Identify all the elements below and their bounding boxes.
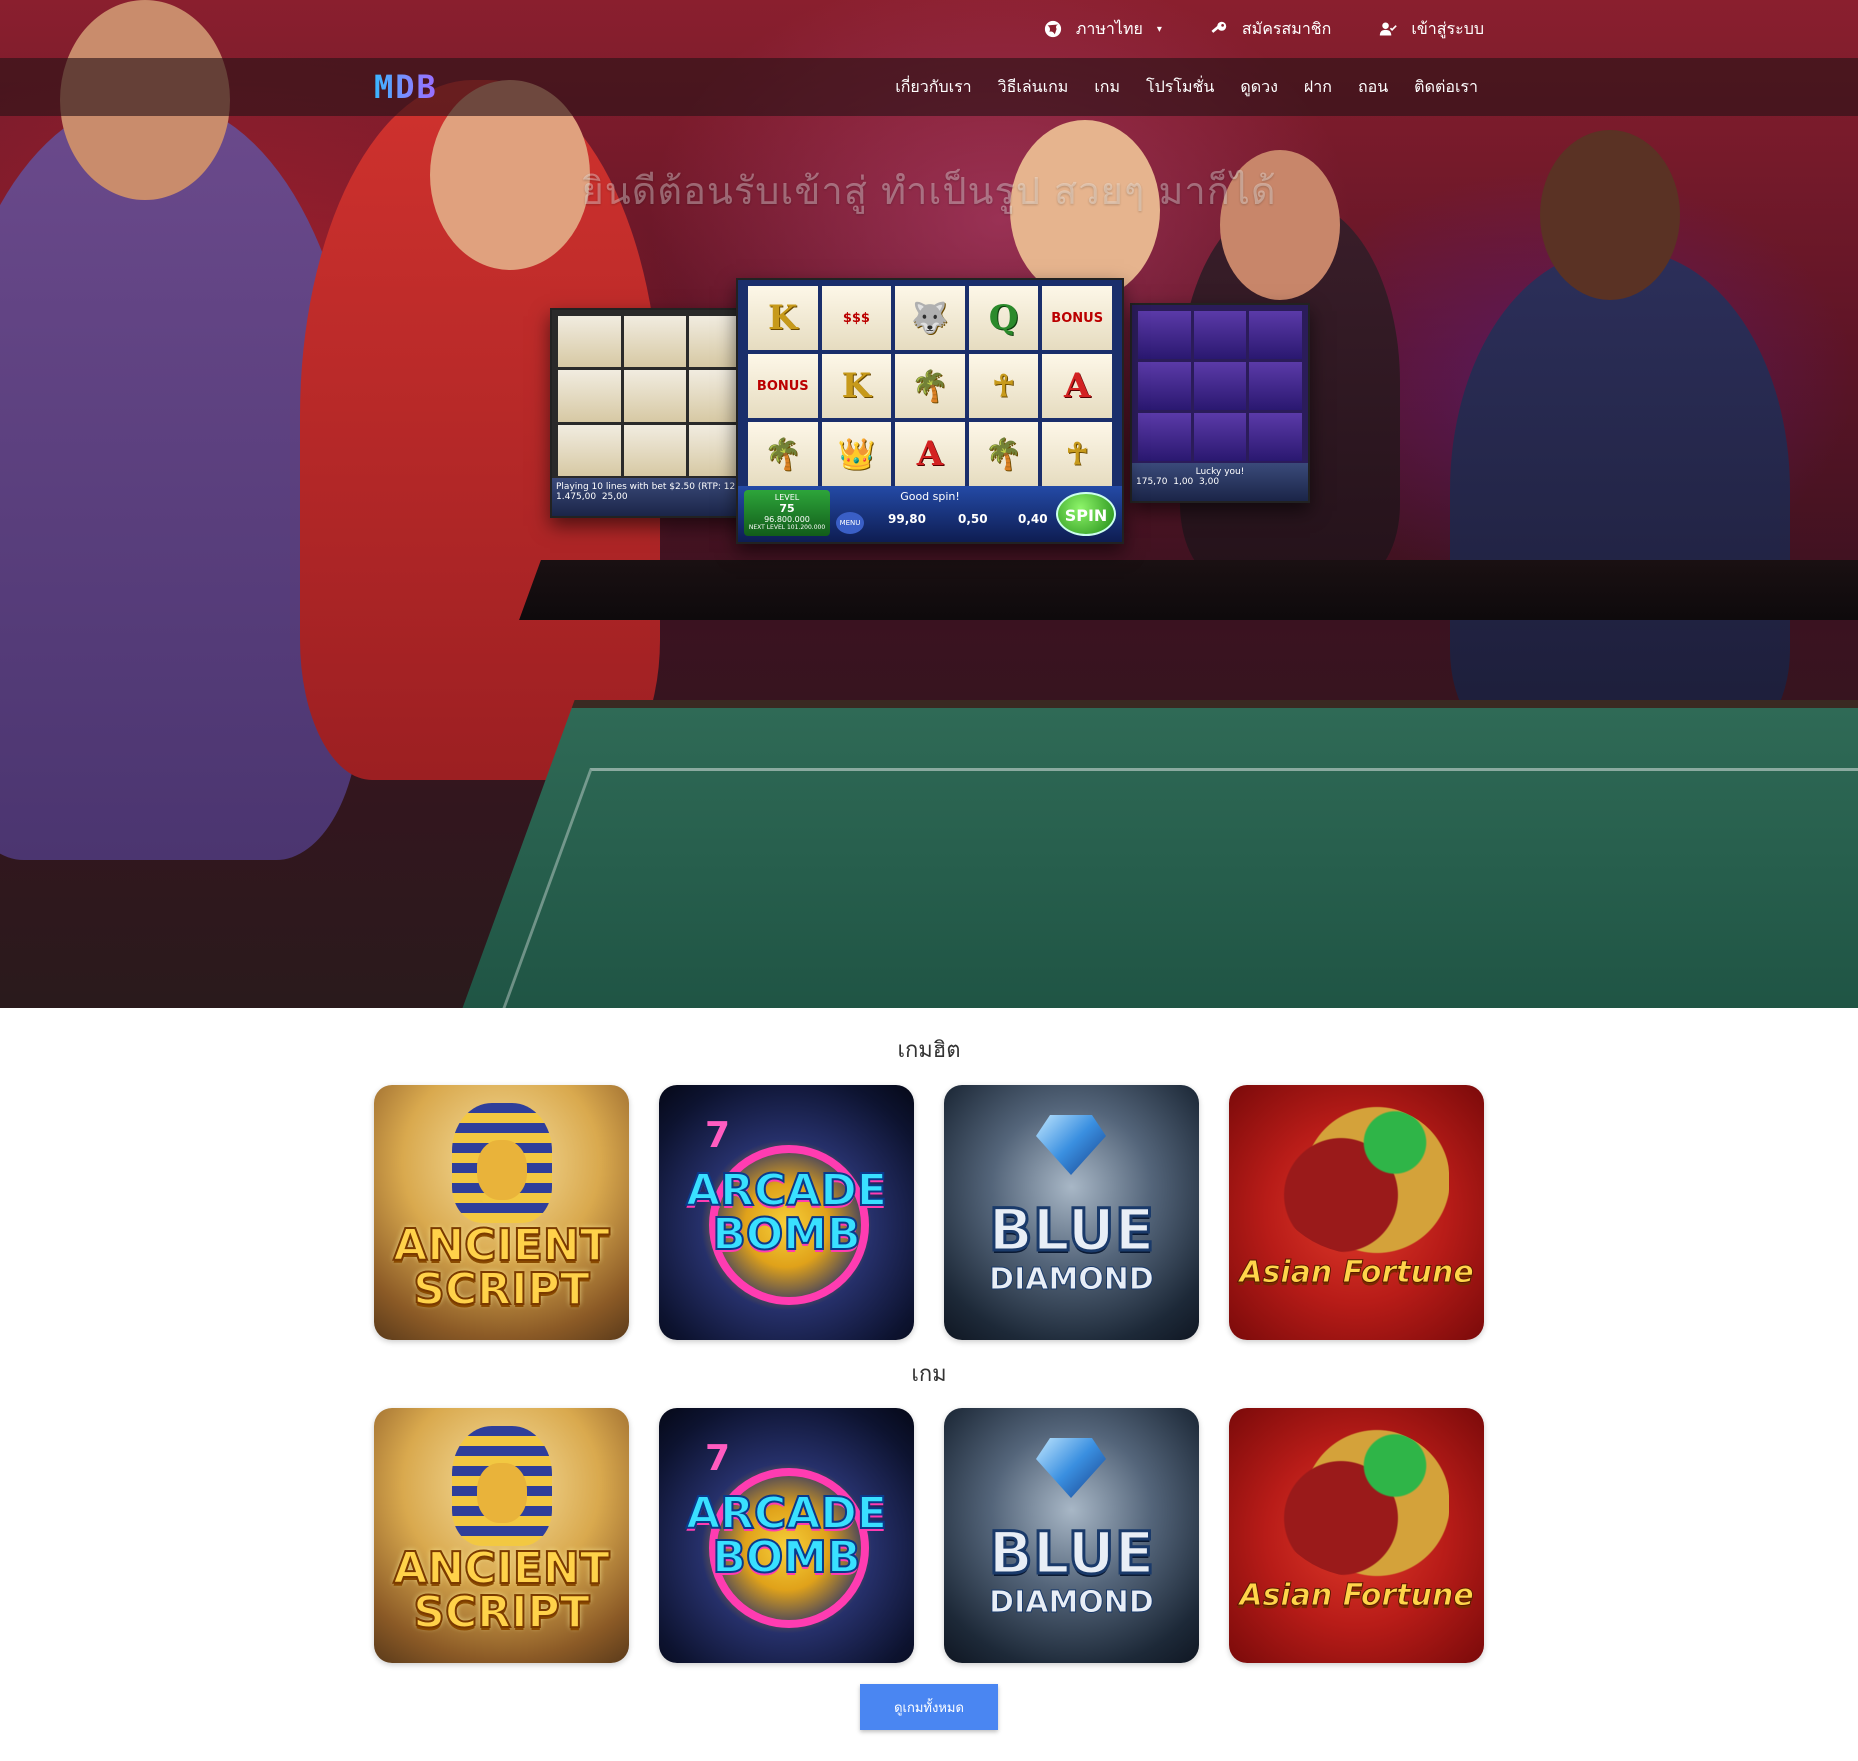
game-card-blue-diamond[interactable]: BLUE DIAMOND xyxy=(944,1085,1199,1340)
reel-symbol: BONUS xyxy=(1042,286,1112,350)
hot-games-title: เกมฮิต xyxy=(897,1038,961,1063)
reel-symbol: 🌴 xyxy=(748,422,818,486)
dragon-art xyxy=(1269,1428,1449,1578)
brand-logo[interactable]: MDB xyxy=(374,68,438,106)
utility-bar: ภาษาไทย ▾ สมัครสมาชิก เข้าสู่ระบบ xyxy=(0,0,1858,58)
register-link[interactable]: สมัครสมาชิก xyxy=(1210,17,1331,42)
nav-withdraw[interactable]: ถอน xyxy=(1358,75,1388,100)
language-switcher[interactable]: ภาษาไทย ▾ xyxy=(1044,17,1162,42)
diamond-icon xyxy=(1036,1438,1106,1498)
reel-symbol: K xyxy=(748,286,818,350)
hero-title: ยินดีต้อนรับเข้าสู่ ทำเป็นรูป สวยๆ มาก็ไ… xyxy=(581,169,1277,213)
reel-symbol: BONUS xyxy=(748,354,818,418)
dragon-art xyxy=(1269,1105,1449,1255)
game-card-blue-diamond[interactable]: BLUE DIAMOND xyxy=(944,1408,1199,1663)
login-link[interactable]: เข้าสู่ระบบ xyxy=(1379,17,1484,42)
slot-level-badge: LEVEL 75 96.800.000 NEXT LEVEL 101.200.0… xyxy=(744,490,830,536)
nav-about[interactable]: เกี่ยวกับเรา xyxy=(895,75,971,100)
diamond-icon xyxy=(1036,1115,1106,1175)
game-card-ancient-script[interactable]: ANCIENT SCRIPT xyxy=(374,1085,629,1340)
reel-symbol: 🌴 xyxy=(895,354,965,418)
game-card-ancient-script[interactable]: ANCIENT SCRIPT xyxy=(374,1408,629,1663)
view-all-games-button[interactable]: ดูเกมทั้งหมด xyxy=(860,1684,998,1730)
reel-symbol: 🌴 xyxy=(968,422,1039,486)
games-grid: ANCIENT SCRIPT 7 ARCADE BOMB BLUE DIAMON… xyxy=(374,1408,1484,1663)
game-card-asian-fortune[interactable]: Asian Fortune xyxy=(1229,1408,1484,1663)
nav-how-to-play[interactable]: วิธีเล่นเกม xyxy=(998,75,1069,100)
hero-person xyxy=(1450,250,1790,750)
caret-down-icon: ▾ xyxy=(1156,23,1162,35)
reel-symbol: Q xyxy=(968,286,1039,350)
seven-icon: 7 xyxy=(705,1115,731,1156)
nav-games[interactable]: เกม xyxy=(1094,75,1120,100)
reel-symbol: A xyxy=(1042,354,1112,418)
game-card-asian-fortune[interactable]: Asian Fortune xyxy=(1229,1085,1484,1340)
nav-contact[interactable]: ติดต่อเรา xyxy=(1414,75,1478,100)
reel-symbol: 🐺 xyxy=(895,286,965,350)
game-card-arcade-bomb[interactable]: 7 ARCADE BOMB xyxy=(659,1085,914,1340)
globe-icon xyxy=(1044,20,1061,38)
nav-promotions[interactable]: โปรโมชั่น xyxy=(1146,75,1214,100)
reel-symbol: $$$ xyxy=(821,286,892,350)
main-menu: เกี่ยวกับเรา วิธีเล่นเกม เกม โปรโมชั่น ด… xyxy=(895,58,1478,116)
slot-screen-main: K $$$ 🐺 Q BONUS BONUS K 🌴 ☥ A 🌴 👑 A 🌴 ☥ Good spin! LEV… xyxy=(736,278,1124,544)
slot-reels: K $$$ 🐺 Q BONUS BONUS K 🌴 ☥ A 🌴 👑 A 🌴 ☥ xyxy=(748,286,1112,486)
reel-symbol: 👑 xyxy=(821,422,892,486)
nav-deposit[interactable]: ฝาก xyxy=(1304,75,1332,100)
game-card-arcade-bomb[interactable]: 7 ARCADE BOMB xyxy=(659,1408,914,1663)
main-navbar: MDB เกี่ยวกับเรา วิธีเล่นเกม เกม โปรโมชั… xyxy=(0,58,1858,116)
nav-horoscope[interactable]: ดูดวง xyxy=(1240,75,1278,100)
craps-table xyxy=(385,700,1858,1008)
user-check-icon xyxy=(1380,22,1398,36)
craps-table-rail xyxy=(519,560,1858,620)
slot-screen-left: Playing 10 lines with bet $2.50 (RTP: 12… xyxy=(550,308,760,518)
slot-screen-right: Lucky you! 175,70 1,00 3,00 xyxy=(1130,303,1310,503)
hero-banner: ยินดีต้อนรับเข้าสู่ ทำเป็นรูป สวยๆ มาก็ไ… xyxy=(0,0,1858,1008)
key-icon xyxy=(1211,21,1227,33)
reel-symbol: ☥ xyxy=(1042,422,1112,486)
reel-symbol: ☥ xyxy=(968,354,1039,418)
seven-icon: 7 xyxy=(705,1438,731,1479)
reel-symbol: K xyxy=(821,354,892,418)
slot-machine-image: Playing 10 lines with bet $2.50 (RTP: 12… xyxy=(550,278,1310,548)
slot-hud: Good spin! LEVEL 75 96.800.000 NEXT LEVE… xyxy=(738,486,1122,542)
reel-symbol: A xyxy=(895,422,965,486)
hot-games-grid: ANCIENT SCRIPT 7 ARCADE BOMB BLUE DIAMON… xyxy=(374,1085,1484,1340)
games-title: เกม xyxy=(911,1362,947,1387)
